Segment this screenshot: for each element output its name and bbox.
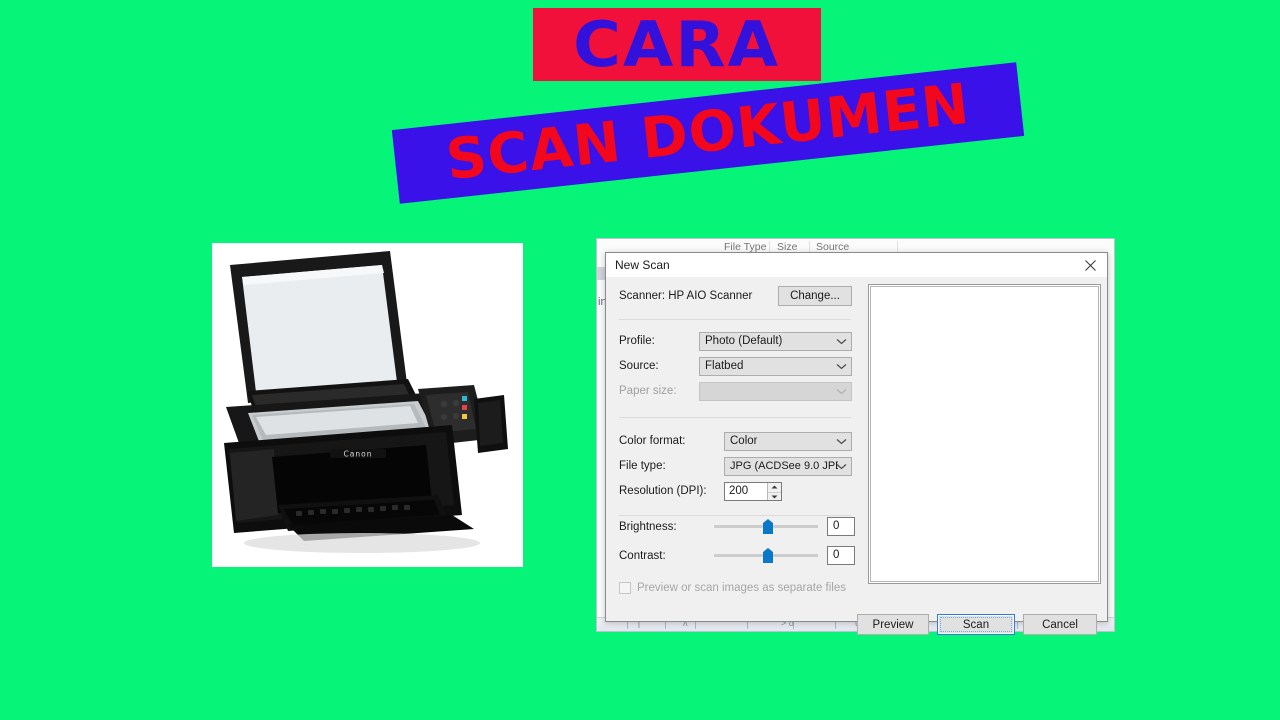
- chevron-down-icon: [836, 358, 847, 375]
- svg-text:Canon: Canon: [344, 450, 373, 459]
- profile-value: Photo (Default): [705, 335, 783, 347]
- separate-files-checkbox-row[interactable]: Preview or scan images as separate files: [619, 582, 846, 594]
- color-format-select[interactable]: Color: [724, 432, 852, 451]
- resolution-stepper[interactable]: 200: [724, 482, 782, 501]
- profile-select[interactable]: Photo (Default): [699, 332, 852, 351]
- divider: [619, 319, 851, 320]
- brightness-slider-thumb[interactable]: [763, 519, 773, 534]
- color-format-label: Color format:: [619, 435, 686, 447]
- paper-size-label: Paper size:: [619, 385, 677, 397]
- preview-button[interactable]: Preview: [857, 614, 929, 635]
- source-label: Source:: [619, 360, 659, 372]
- separate-files-checkbox[interactable]: [619, 582, 631, 594]
- scan-settings-panel: Scanner: HP AIO Scanner Change... Profil…: [606, 277, 862, 621]
- new-scan-dialog[interactable]: New Scan Scanner: HP AIO Scanner Change.…: [605, 252, 1108, 635]
- cancel-button-label: Cancel: [1042, 618, 1078, 631]
- title-banner-scan-dokumen-text: SCAN DOKUMEN: [442, 71, 973, 194]
- contrast-value: 0: [833, 549, 840, 561]
- file-type-select[interactable]: JPG (ACDSee 9.0 JPEG Imag: [724, 457, 852, 476]
- chevron-down-icon: [836, 433, 847, 450]
- resolution-label: Resolution (DPI):: [619, 485, 707, 497]
- paper-size-select: [699, 382, 852, 401]
- contrast-slider-thumb[interactable]: [763, 548, 773, 563]
- dialog-title: New Scan: [615, 258, 670, 272]
- preview-button-label: Preview: [872, 618, 914, 631]
- scan-preview-pane[interactable]: [868, 284, 1101, 584]
- printer-photo: Canon: [212, 243, 523, 567]
- title-banner-cara-text: CARA: [573, 7, 781, 81]
- change-scanner-button[interactable]: Change...: [778, 286, 852, 306]
- focus-ring: [940, 617, 1012, 632]
- dialog-titlebar[interactable]: New Scan: [606, 253, 1107, 277]
- source-value: Flatbed: [705, 360, 744, 372]
- brightness-label: Brightness:: [619, 521, 677, 533]
- close-icon[interactable]: [1073, 253, 1107, 277]
- source-select[interactable]: Flatbed: [699, 357, 852, 376]
- scanner-label: Scanner: HP AIO Scanner: [619, 290, 753, 302]
- title-banner-scan-dokumen: SCAN DOKUMEN: [391, 62, 1025, 204]
- dialog-body: Scanner: HP AIO Scanner Change... Profil…: [606, 277, 1107, 635]
- change-scanner-button-label: Change...: [790, 290, 840, 302]
- resolution-value: 200: [729, 485, 749, 497]
- scan-button[interactable]: Scan: [937, 614, 1015, 635]
- cancel-button[interactable]: Cancel: [1023, 614, 1097, 635]
- divider: [619, 417, 851, 418]
- stepper-down-icon[interactable]: [768, 493, 781, 502]
- brightness-value-field[interactable]: 0: [827, 517, 855, 536]
- contrast-value-field[interactable]: 0: [827, 546, 855, 565]
- file-type-value: JPG (ACDSee 9.0 JPEG Imag: [730, 460, 838, 472]
- profile-label: Profile:: [619, 335, 655, 347]
- color-format-value: Color: [730, 435, 758, 447]
- printer-illustration: Canon: [212, 243, 523, 567]
- divider: [619, 515, 851, 516]
- chevron-down-icon: [836, 333, 847, 350]
- stepper-up-icon[interactable]: [768, 483, 781, 493]
- chevron-down-icon: [836, 458, 847, 475]
- title-banner-cara: CARA: [533, 8, 821, 81]
- file-type-label: File type:: [619, 460, 666, 472]
- chevron-down-icon: [836, 383, 847, 400]
- resolution-stepper-buttons[interactable]: [767, 483, 781, 500]
- brightness-value: 0: [833, 520, 840, 532]
- separate-files-checkbox-label: Preview or scan images as separate files: [637, 582, 847, 594]
- brightness-slider[interactable]: [714, 517, 818, 535]
- contrast-slider[interactable]: [714, 546, 818, 564]
- contrast-label: Contrast:: [619, 550, 666, 562]
